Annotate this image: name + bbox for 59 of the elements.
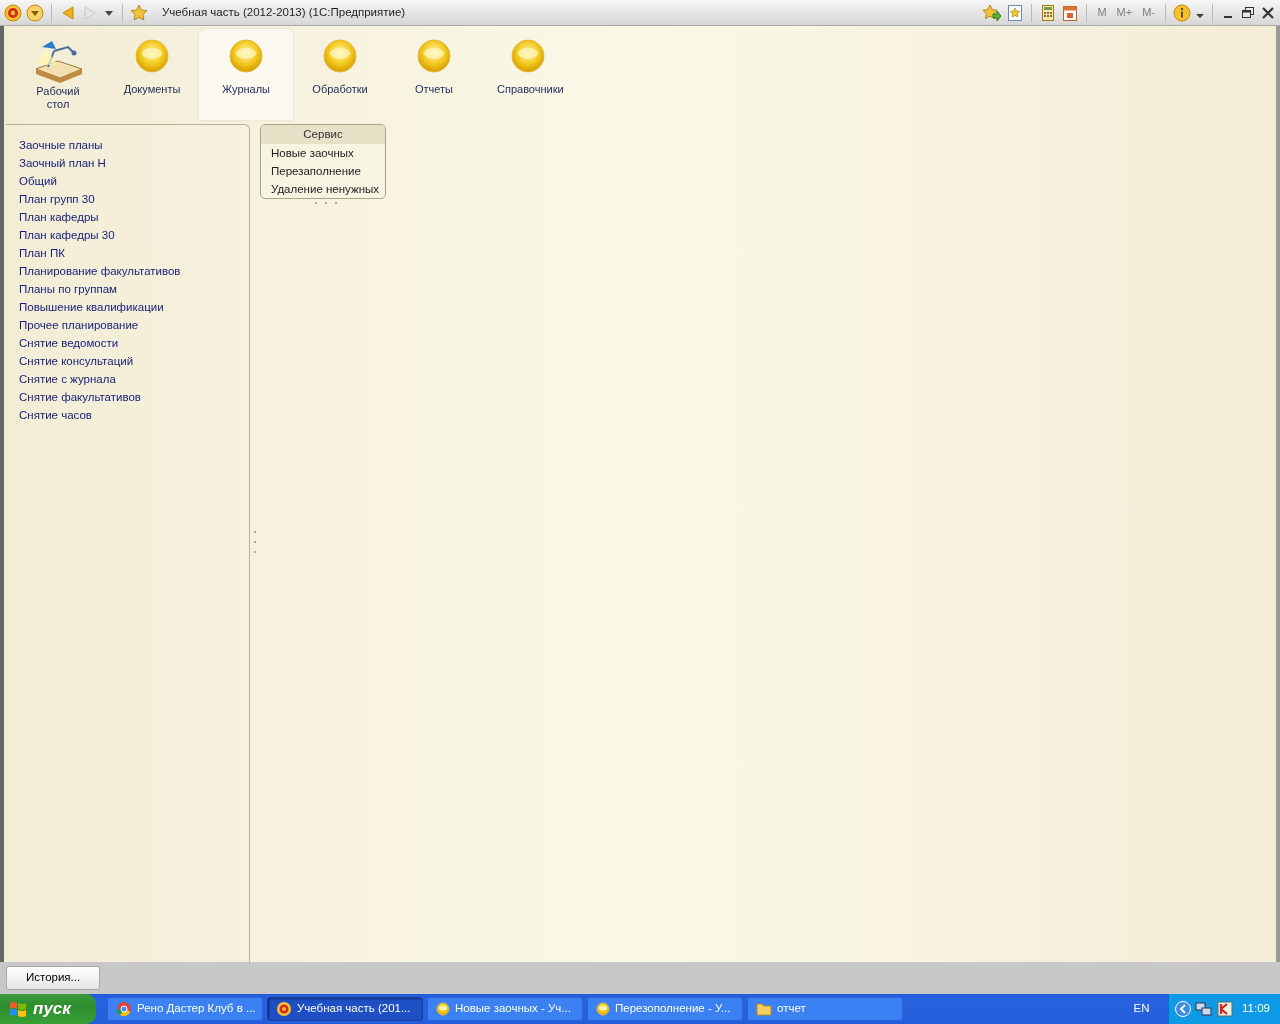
nav-link[interactable]: План групп 30: [19, 190, 95, 208]
section-tab[interactable]: Справочники: [481, 29, 575, 120]
antivirus-icon[interactable]: [1216, 1001, 1233, 1017]
section-tab[interactable]: Рабочий стол: [11, 29, 105, 120]
window-title: Учебная часть (2012-2013) (1С:Предприятие): [162, 4, 406, 20]
nav-link[interactable]: Снятие ведомости: [19, 334, 119, 352]
nav-link[interactable]: План ПК: [19, 244, 65, 262]
nav-link[interactable]: Снятие консультаций: [19, 352, 134, 370]
menu-icon[interactable]: [26, 3, 44, 22]
taskbar-button[interactable]: Учебная часть (201...: [267, 997, 423, 1021]
nav-link[interactable]: Заочный план Н: [19, 154, 106, 172]
network-icon[interactable]: [1194, 1001, 1213, 1017]
star-arrow-icon[interactable]: [982, 3, 1003, 22]
nav-link[interactable]: Заочные планы: [19, 136, 103, 154]
taskbar-button[interactable]: отчет: [747, 997, 903, 1021]
folder-icon: [756, 1001, 772, 1017]
language-indicator[interactable]: EN: [1133, 1000, 1150, 1018]
nav-link[interactable]: Планы по группам: [19, 280, 117, 298]
nav-link[interactable]: Прочее планирование: [19, 316, 139, 334]
clock: 11:09: [1242, 1001, 1270, 1017]
history-button[interactable]: История...: [6, 966, 100, 990]
command-link[interactable]: Перезаполнение: [261, 162, 385, 181]
section-tab[interactable]: Отчеты: [387, 29, 481, 120]
section-tab[interactable]: Документы: [105, 29, 199, 120]
section-tab[interactable]: Обработки: [293, 29, 387, 120]
section-tab[interactable]: Журналы: [199, 29, 293, 120]
ball-icon: [436, 1002, 450, 1016]
nav-link[interactable]: Снятие с журнала: [19, 370, 116, 388]
ball-icon: [511, 39, 545, 73]
nav-link[interactable]: План кафедры: [19, 208, 99, 226]
nav-link[interactable]: Общий: [19, 172, 57, 190]
app-logo-icon: [276, 1001, 292, 1017]
command-link[interactable]: Удаление ненужных: [261, 180, 385, 199]
info-icon[interactable]: [1173, 3, 1191, 22]
splitter-grip-icon[interactable]: [252, 530, 258, 556]
ball-icon: [417, 39, 451, 73]
favorite-page-icon[interactable]: [1006, 3, 1025, 22]
windows-flag-icon: [8, 999, 28, 1019]
nav-link[interactable]: Снятие факультативов: [19, 388, 141, 406]
nav-link[interactable]: Повышение квалификации: [19, 298, 164, 316]
group-title: Сервис: [261, 125, 385, 145]
taskbar-button[interactable]: Рено Дастер Клуб в ...: [107, 997, 263, 1021]
ball-icon: [135, 39, 169, 73]
browser-icon: [116, 1001, 132, 1017]
taskbar-button[interactable]: Перезополнение - У...: [587, 997, 743, 1021]
ball-icon: [323, 39, 357, 73]
star-icon[interactable]: [130, 3, 148, 22]
app-logo-icon[interactable]: [4, 3, 22, 22]
ball-icon: [596, 1002, 610, 1016]
taskbar-button[interactable]: Новые заочных - Уч...: [427, 997, 583, 1021]
start-button[interactable]: пуск: [0, 994, 96, 1024]
nav-link[interactable]: Планирование факультативов: [19, 262, 181, 280]
nav-link[interactable]: Снятие часов: [19, 406, 92, 424]
resize-grip-icon[interactable]: [314, 200, 340, 207]
ball-icon: [229, 39, 263, 73]
chevron-left-icon[interactable]: [1174, 1001, 1191, 1017]
calendar-icon[interactable]: [1061, 3, 1080, 22]
command-link[interactable]: Новые заочных: [261, 144, 385, 163]
nav-link[interactable]: План кафедры 30: [19, 226, 115, 244]
